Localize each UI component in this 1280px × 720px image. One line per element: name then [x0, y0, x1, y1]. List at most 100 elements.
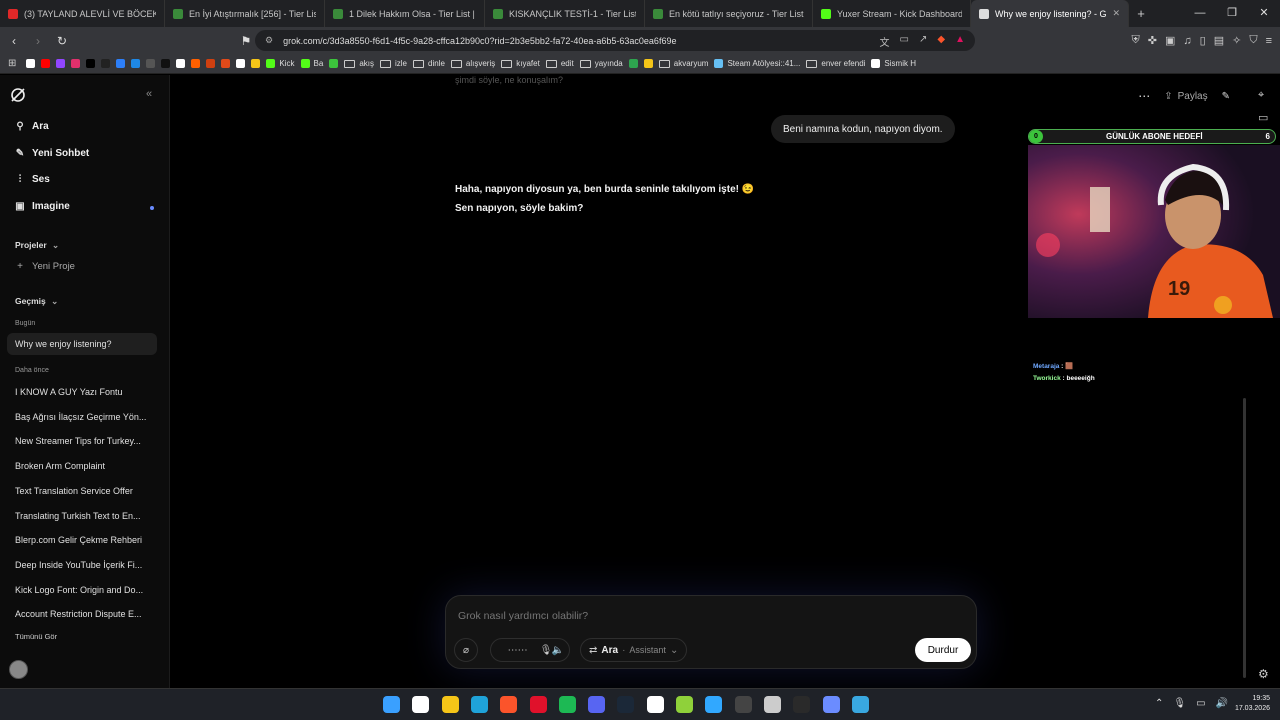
epic-icon[interactable]: [793, 696, 811, 713]
bookmark-item[interactable]: [329, 59, 339, 68]
history-header[interactable]: Geçmiş ⌄: [15, 296, 58, 307]
files-icon[interactable]: [441, 696, 459, 713]
bookmark-item[interactable]: Ba: [300, 59, 323, 68]
history-item[interactable]: Translating Turkish Text to En...: [15, 511, 155, 521]
reload-icon[interactable]: ↻: [52, 34, 72, 48]
bookmark-item[interactable]: [236, 59, 246, 68]
spotify-icon[interactable]: [558, 696, 576, 713]
stop-button[interactable]: Durdur: [915, 638, 971, 662]
projects-header[interactable]: Projeler ⌄: [15, 240, 59, 251]
screen-icon[interactable]: ▭: [900, 34, 909, 49]
chat-input[interactable]: Grok nasıl yardımcı olabilir?: [458, 610, 588, 622]
music-icon[interactable]: ♫: [1183, 35, 1191, 47]
bookmark-item[interactable]: enver efendi: [806, 59, 865, 68]
bookmark-item[interactable]: [71, 59, 81, 68]
bookmark-item[interactable]: alışveriş: [450, 59, 495, 68]
bookmark-item[interactable]: [206, 59, 216, 68]
see-all-link[interactable]: Tümünü Gör: [15, 632, 57, 641]
media-icon[interactable]: ▣: [1165, 34, 1175, 47]
browser-tab[interactable]: 1 Dilek Hakkım Olsa - Tier List | Kör: [325, 0, 485, 27]
attach-button[interactable]: ⌀: [454, 638, 478, 662]
bookmark-item[interactable]: [146, 59, 156, 68]
sidebar-toggle-icon[interactable]: ▯: [1200, 34, 1206, 47]
bookmark-item[interactable]: [101, 59, 111, 68]
more-options-icon[interactable]: ⋯: [1138, 89, 1150, 103]
bookmark-item[interactable]: kıyafet: [501, 59, 540, 68]
bookmark-item[interactable]: [161, 59, 171, 68]
wallet-icon[interactable]: ▤: [1214, 34, 1224, 47]
close-tab-icon[interactable]: ✕: [1106, 8, 1120, 19]
bookmark-item[interactable]: Steam Atölyesi::41...: [714, 59, 800, 68]
bookmark-item[interactable]: [26, 59, 36, 68]
browser-tab[interactable]: En İyi Atıştırmalık [256] - Tier List | …: [165, 0, 325, 27]
address-bar[interactable]: ⚙ grok.com/c/3d3a8550-f6d1-4f5c-9a28-cff…: [255, 30, 975, 51]
bookmark-item[interactable]: [131, 59, 141, 68]
history-item[interactable]: New Streamer Tips for Turkey...: [15, 436, 155, 446]
photoshop-icon[interactable]: [705, 696, 723, 713]
history-item[interactable]: Deep Inside YouTube İçerik Fi...: [15, 560, 155, 570]
bookmark-item[interactable]: [176, 59, 186, 68]
vpn-icon[interactable]: ⛉: [1249, 34, 1257, 47]
capcut-icon[interactable]: [646, 696, 664, 713]
speaker-button[interactable]: 🔈: [546, 638, 570, 662]
translate-icon[interactable]: 文: [880, 34, 890, 49]
new-tab-icon[interactable]: +: [1129, 6, 1153, 21]
site-info-icon[interactable]: ⚙: [265, 35, 273, 46]
history-item[interactable]: Account Restriction Dispute E...: [15, 609, 155, 619]
edge-icon[interactable]: [470, 696, 488, 713]
leo-icon[interactable]: ✧: [1232, 34, 1241, 47]
settings-gear-icon[interactable]: ⚙: [1258, 667, 1269, 681]
windows-icon[interactable]: [383, 696, 400, 713]
bookmark-item[interactable]: [41, 59, 51, 68]
sidebar-item-imagine[interactable]: ▣ Imagine: [14, 201, 70, 212]
sidebar-item-voice[interactable]: ⫶ Ses: [14, 174, 50, 185]
history-item[interactable]: Broken Arm Complaint: [15, 461, 155, 471]
grok-logo-icon[interactable]: [10, 87, 26, 103]
bookmark-item[interactable]: [643, 59, 653, 68]
microphone-icon[interactable]: 🎙: [1173, 698, 1186, 709]
forward-icon[interactable]: ›: [28, 34, 48, 48]
brave-shield-icon[interactable]: ◆: [937, 34, 945, 49]
brave-icon[interactable]: [500, 696, 518, 713]
panel-icon[interactable]: ▭: [1258, 107, 1268, 130]
new-chat-icon[interactable]: ✎: [1222, 91, 1230, 102]
close-window-icon[interactable]: ✕: [1248, 0, 1280, 27]
minimize-icon[interactable]: —: [1184, 0, 1216, 27]
bookmark-item[interactable]: edit: [545, 59, 574, 68]
chat-input-box[interactable]: Grok nasıl yardımcı olabilir? ⌀ ⋯⋯ 🎙 🔈 ⇄…: [445, 595, 977, 669]
gear-icon[interactable]: [851, 696, 869, 713]
history-item[interactable]: Text Translation Service Offer: [15, 486, 155, 496]
app-icon[interactable]: [822, 696, 840, 713]
opera-icon[interactable]: [529, 696, 547, 713]
bookmark-icon[interactable]: ⚑: [236, 34, 256, 48]
scrollbar[interactable]: [1243, 398, 1246, 678]
bookmark-item[interactable]: [56, 59, 66, 68]
bookmark-item[interactable]: dinle: [413, 59, 445, 68]
bookmark-item[interactable]: yayında: [579, 59, 623, 68]
browser-tab[interactable]: Why we enjoy listening? - Gr ✕: [971, 0, 1129, 27]
share-icon[interactable]: ↗: [919, 34, 927, 49]
network-icon[interactable]: ▭: [1196, 698, 1205, 709]
share-button[interactable]: ⇪ Paylaş: [1164, 91, 1207, 102]
bookmark-item[interactable]: akvaryum: [658, 59, 708, 68]
discord-icon[interactable]: [588, 696, 606, 713]
extensions-icon[interactable]: ✜: [1148, 34, 1157, 47]
history-item-active[interactable]: Why we enjoy listening?: [7, 333, 157, 355]
browser-tab[interactable]: Yuxer Stream - Kick Dashboard: [813, 0, 971, 27]
steam-icon[interactable]: [617, 696, 635, 713]
history-item[interactable]: I KNOW A GUY Yazı Fontu: [15, 387, 155, 397]
bookmark-item[interactable]: izle: [379, 59, 407, 68]
bookmark-item[interactable]: [116, 59, 126, 68]
shield-icon[interactable]: ⛨: [1132, 34, 1140, 47]
sidebar-item-new-chat[interactable]: ✎ Yeni Sohbet: [14, 148, 89, 159]
browser-tab[interactable]: KISKANÇLIK TESTİ-1 - Tier List: [485, 0, 645, 27]
clock[interactable]: 19:35 17.03.2026: [1235, 694, 1270, 714]
bookmark-item[interactable]: Sismik H: [871, 59, 916, 68]
bookmark-item[interactable]: [191, 59, 201, 68]
pin-icon[interactable]: ⌖: [1258, 84, 1268, 107]
bookmark-item[interactable]: akış: [344, 59, 374, 68]
new-project-button[interactable]: + Yeni Proje: [14, 261, 75, 272]
apps-grid-icon[interactable]: ⊞: [8, 58, 16, 69]
back-icon[interactable]: ‹: [4, 34, 24, 48]
search-icon[interactable]: [412, 696, 430, 713]
